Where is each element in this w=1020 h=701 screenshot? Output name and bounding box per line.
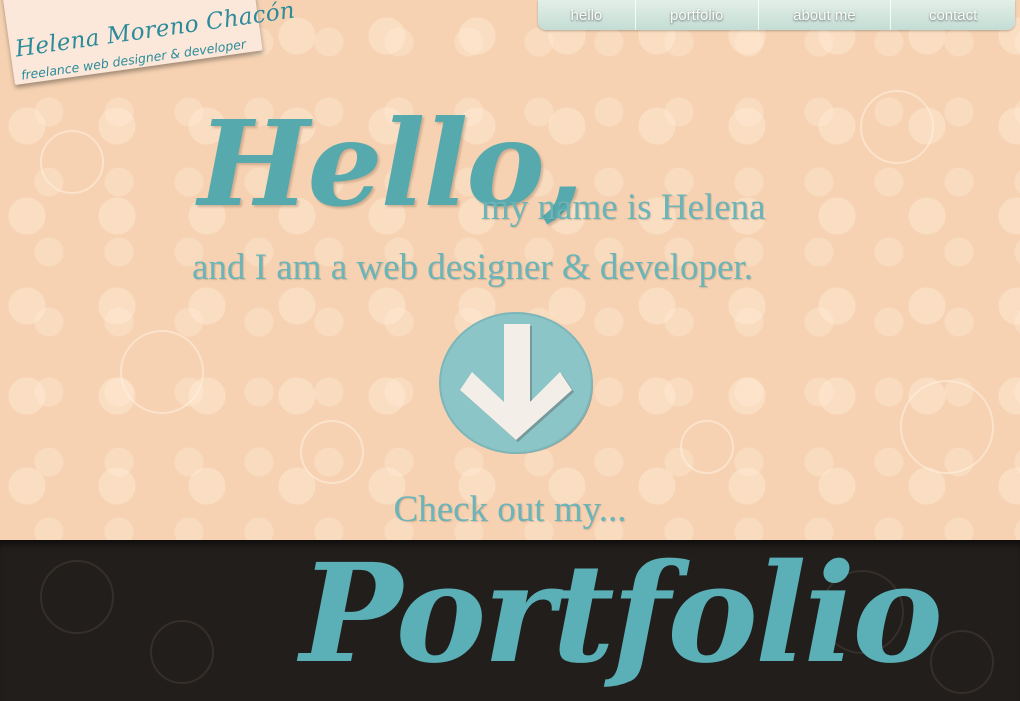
intro-line-role: and I am a web designer & developer.	[192, 247, 753, 288]
background-swirl	[900, 380, 994, 474]
background-swirl	[150, 620, 214, 684]
background-swirl	[680, 420, 734, 474]
portfolio-section: Portfolio	[0, 540, 1020, 701]
scroll-down-button[interactable]	[438, 310, 594, 456]
main-nav: hello portfolio about me contact	[538, 0, 1015, 30]
background-swirl	[860, 90, 934, 164]
nav-item-contact[interactable]: contact	[891, 0, 1015, 30]
background-swirl	[120, 330, 204, 414]
background-swirl	[300, 420, 364, 484]
hero-section: Helena Moreno Chacón freelance web desig…	[0, 0, 1020, 540]
nav-item-portfolio[interactable]: portfolio	[636, 0, 759, 30]
intro-line-name: my name is Helena	[481, 187, 766, 228]
portfolio-heading: Portfolio	[300, 540, 943, 694]
background-swirl	[40, 130, 104, 194]
background-swirl	[40, 560, 114, 634]
down-arrow-icon	[439, 312, 593, 454]
nav-item-about-me[interactable]: about me	[759, 0, 892, 30]
check-out-text: Check out my...	[393, 489, 627, 530]
nav-item-hello[interactable]: hello	[538, 0, 636, 30]
